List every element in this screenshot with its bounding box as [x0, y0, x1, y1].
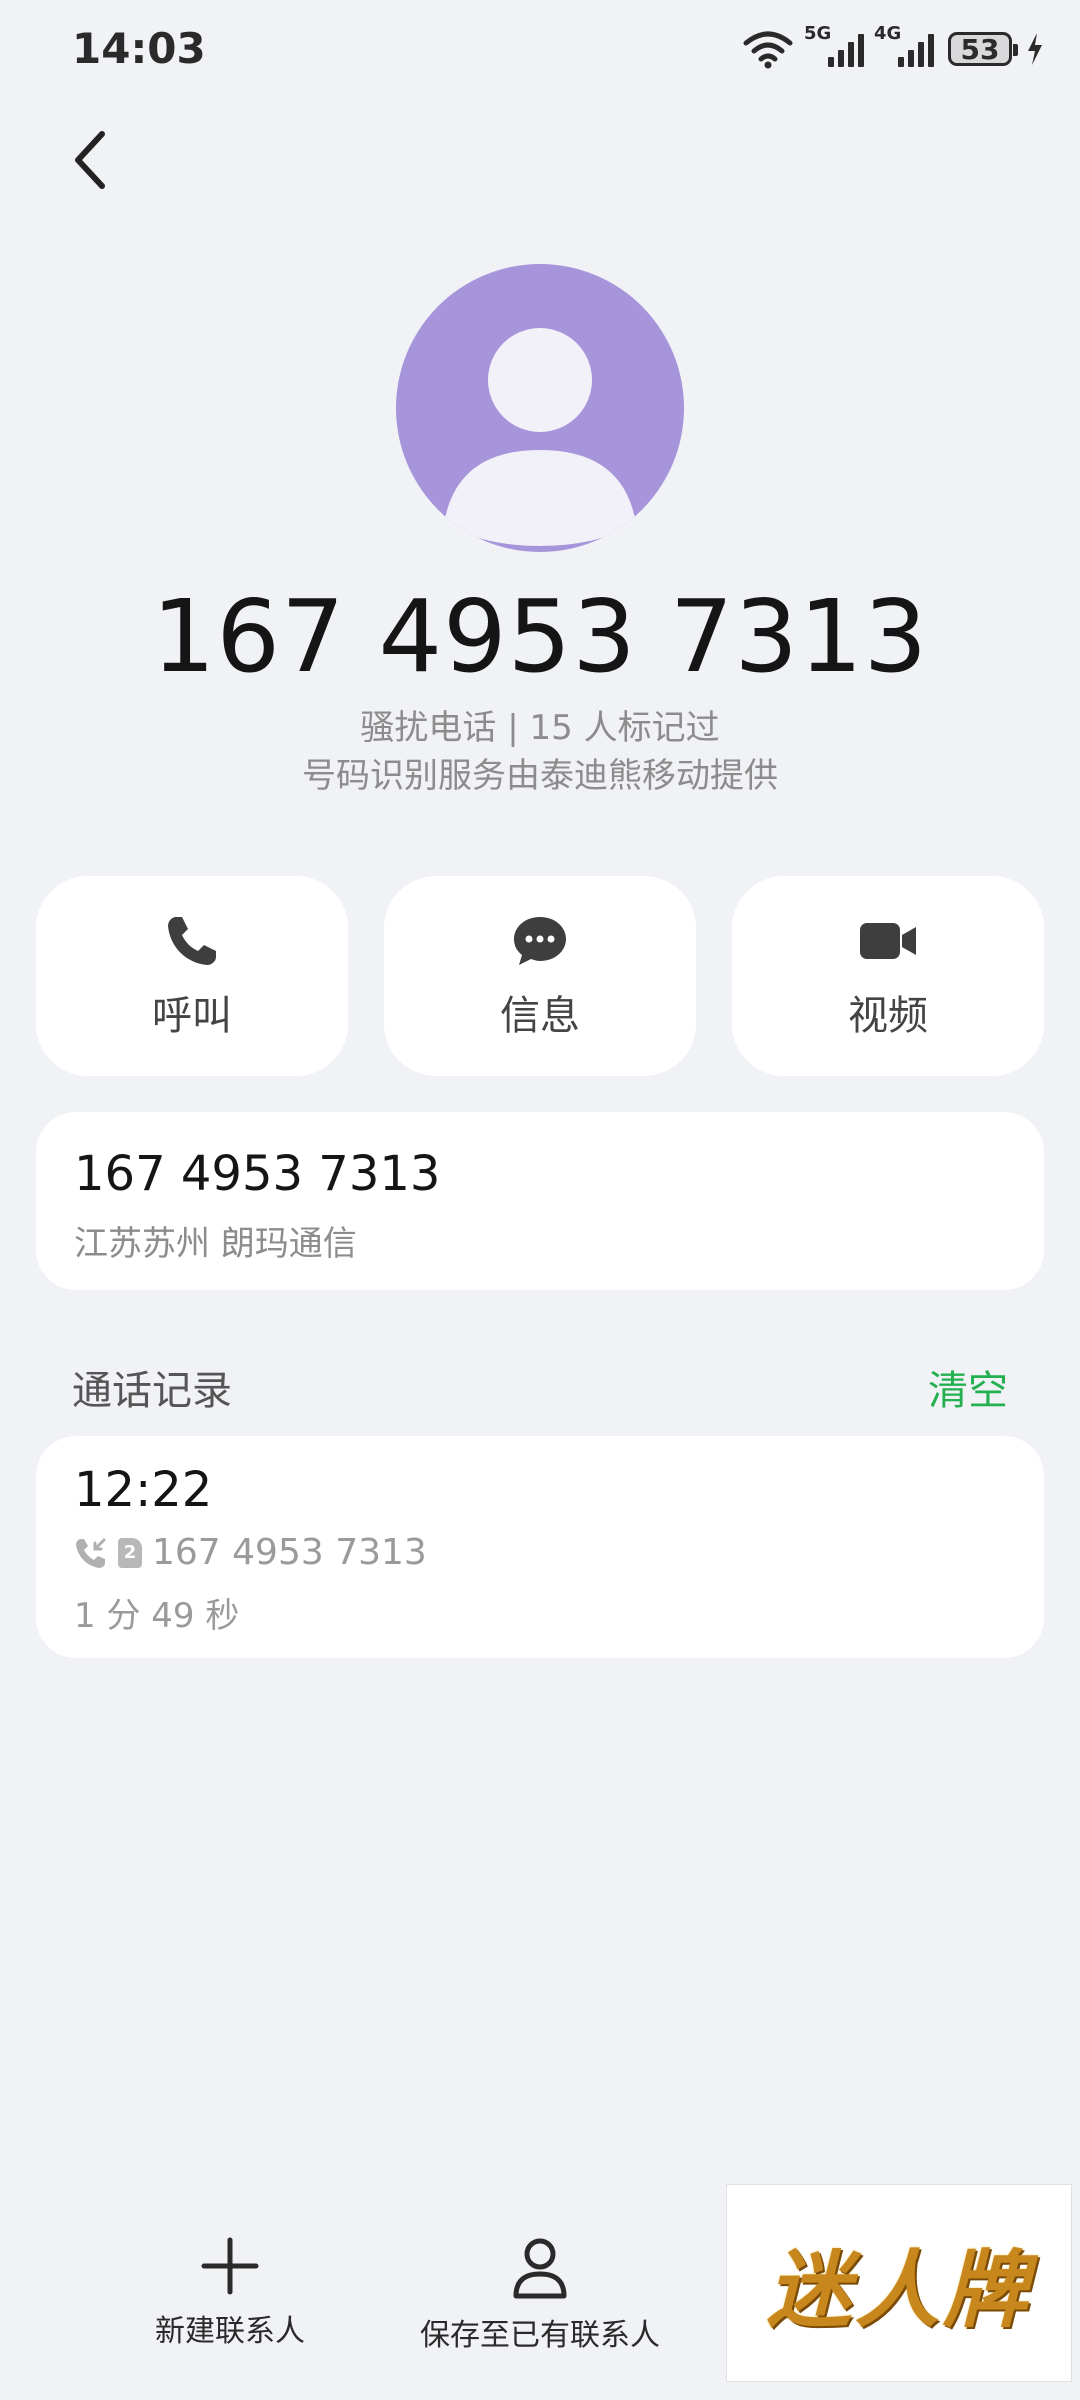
video-label: 视频	[848, 993, 928, 1039]
video-icon	[858, 911, 918, 971]
watermark-text: 迷人牌	[766, 2240, 1031, 2339]
call-button[interactable]: 呼叫	[36, 876, 348, 1076]
plus-icon	[201, 2237, 259, 2295]
call-time: 12:22	[74, 1462, 213, 1518]
provider-note: 号码识别服务由泰迪熊移动提供	[302, 756, 778, 796]
new-contact-label: 新建联系人	[155, 2314, 305, 2349]
status-icons: 5G 4G 53	[742, 23, 1044, 74]
person-outline-icon	[513, 2238, 567, 2299]
call-label: 呼叫	[152, 993, 232, 1039]
clear-button[interactable]: 清空	[928, 1358, 1008, 1416]
new-contact-button[interactable]: 新建联系人	[140, 2236, 320, 2350]
battery-icon: 53	[948, 32, 1018, 66]
phone-icon	[162, 911, 222, 971]
signal-4g-icon: 4G	[874, 23, 934, 67]
call-log-entry[interactable]: 12:22 2 167 4953 7313 1 分 49 秒	[36, 1436, 1044, 1658]
status-time: 14:03	[72, 24, 206, 73]
call-duration: 1 分 49 秒	[74, 1596, 240, 1636]
save-existing-label: 保存至已有联系人	[420, 2318, 660, 2353]
chevron-left-icon	[75, 131, 105, 189]
contact-number: 167 4953 7313	[151, 578, 929, 695]
spam-tag: 骚扰电话 | 15 人标记过	[360, 708, 720, 748]
number-card[interactable]: 167 4953 7313 江苏苏州 朗玛通信	[36, 1112, 1044, 1290]
number-location: 江苏苏州 朗玛通信	[74, 1224, 357, 1264]
watermark-logo: 迷人牌	[726, 2184, 1072, 2382]
message-button[interactable]: 信息	[384, 876, 696, 1076]
call-log-title: 通话记录	[72, 1368, 232, 1414]
avatar	[396, 264, 684, 552]
back-button[interactable]	[60, 120, 120, 200]
message-icon	[510, 911, 570, 971]
person-icon	[444, 328, 636, 546]
number-card-number: 167 4953 7313	[74, 1146, 441, 1202]
incoming-call-icon	[76, 1538, 106, 1568]
call-number: 167 4953 7313	[152, 1532, 427, 1573]
save-existing-button[interactable]: 保存至已有联系人	[410, 2236, 670, 2354]
wifi-icon	[743, 31, 793, 69]
message-label: 信息	[500, 993, 580, 1039]
signal-5g-icon: 5G	[804, 23, 864, 67]
video-button[interactable]: 视频	[732, 876, 1044, 1076]
charging-icon	[1028, 33, 1042, 65]
sim-badge: 2	[118, 1537, 142, 1568]
